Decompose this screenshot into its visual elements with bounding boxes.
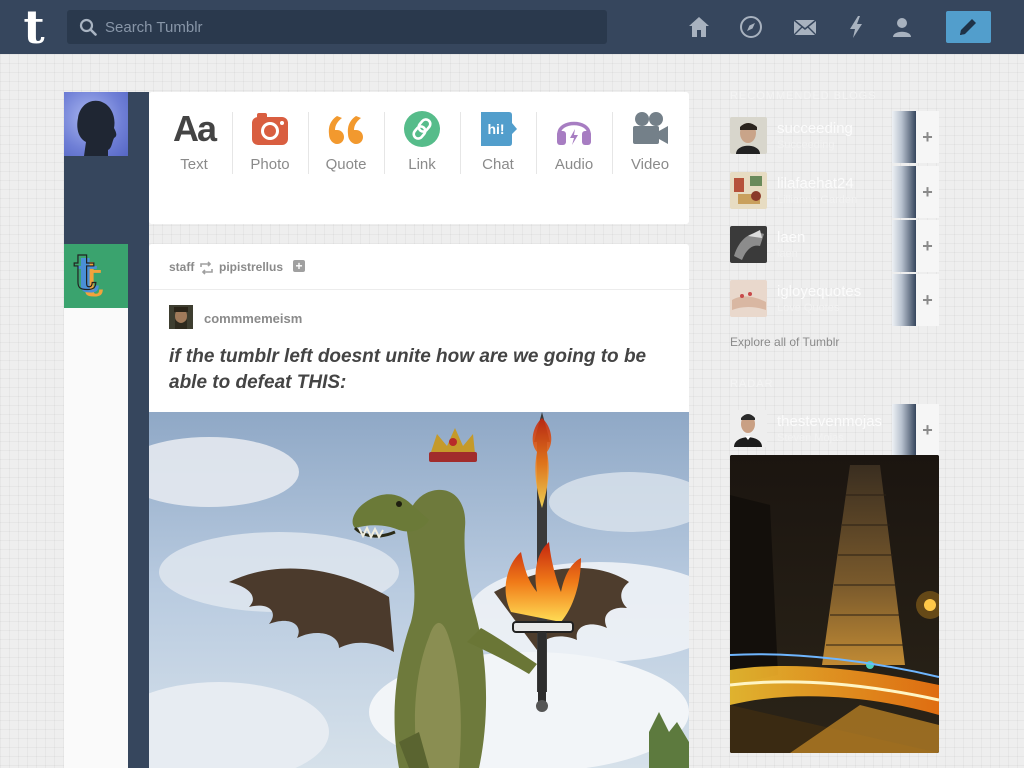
chat-bubble-icon: hi! <box>481 112 517 146</box>
staff-avatar[interactable]: t t t <box>64 244 128 308</box>
radar-heading: RADAR <box>730 378 774 390</box>
blog-name[interactable]: succeeding <box>777 120 853 137</box>
blog-avatar[interactable] <box>730 226 767 263</box>
reblogged-from-link[interactable]: pipistrellus <box>219 260 283 274</box>
post-type-chat[interactable]: hi! Chat <box>460 92 536 192</box>
recommended-blog[interactable]: igloyequotes Love Quotes + <box>730 274 939 326</box>
follow-button[interactable]: + <box>916 166 939 218</box>
post-type-quote[interactable]: Quote <box>308 92 384 192</box>
follow-plus-icon[interactable]: + <box>293 260 305 272</box>
post-type-photo[interactable]: Photo <box>232 92 308 192</box>
recommended-blog[interactable]: laen laen + <box>730 220 939 272</box>
post-title: if the tumblr left doesnt unite how are … <box>169 346 647 393</box>
rail-connector <box>64 156 149 244</box>
blog-title: Love Quotes <box>777 302 840 314</box>
blog-title: Lillianna Garden <box>777 194 858 206</box>
activity-icon[interactable] <box>844 15 868 39</box>
tumblr-logo[interactable]: t <box>14 4 54 50</box>
search-icon <box>79 18 97 36</box>
radar-blog[interactable]: thestevenmojas Steven Mojas + <box>730 404 939 456</box>
post-type-text[interactable]: Aa Text <box>156 92 232 192</box>
dashboard-post: staff pipistrellus + commmemeism if the … <box>149 244 689 768</box>
post-type-link[interactable]: Link <box>384 92 460 192</box>
follow-button[interactable]: + <box>916 274 939 326</box>
link-icon <box>404 111 440 147</box>
explore-link[interactable]: Explore all of Tumblr <box>730 335 839 349</box>
recommended-blog[interactable]: lilafaehat24 Lillianna Garden + <box>730 166 939 218</box>
radar-photo[interactable] <box>730 455 939 753</box>
fade-overlay <box>892 274 916 326</box>
blog-title: laen <box>777 248 798 260</box>
home-icon[interactable] <box>687 15 711 39</box>
recommended-heading: RECOMMENDED BLOGS <box>730 90 877 102</box>
blog-name[interactable]: thestevenmojas <box>777 413 882 430</box>
divider <box>149 289 689 290</box>
recommended-blog[interactable]: succeeding Succeeding + <box>730 111 939 163</box>
post-type-label: Quote <box>325 156 367 173</box>
post-type-label: Link <box>408 156 436 173</box>
post-type-label: Text <box>180 156 208 173</box>
post-photo[interactable] <box>149 412 689 768</box>
chat-glyph: hi! <box>487 121 504 137</box>
explore-icon[interactable] <box>739 15 763 39</box>
blog-avatar[interactable] <box>730 172 767 209</box>
follow-button[interactable]: + <box>916 404 939 456</box>
pencil-icon <box>960 19 976 35</box>
blog-name[interactable]: laen <box>777 229 805 246</box>
fade-overlay <box>892 404 916 456</box>
blog-title: Succeeding <box>777 139 835 151</box>
post-type-label: Audio <box>554 156 594 173</box>
blog-title: Steven Mojas <box>777 432 844 444</box>
blog-name[interactable]: igloyequotes <box>777 283 861 300</box>
follow-button[interactable]: + <box>916 220 939 272</box>
svg-text:t: t <box>73 244 96 301</box>
compose-button[interactable] <box>946 11 991 43</box>
user-avatar[interactable] <box>64 92 128 156</box>
account-icon[interactable] <box>890 15 914 39</box>
blog-avatar[interactable] <box>730 410 767 447</box>
fade-overlay <box>892 220 916 272</box>
post-type-selector: Aa Text Photo Quote Link hi! Chat Audio … <box>149 92 689 224</box>
post-type-video[interactable]: Video <box>612 92 688 192</box>
search-box[interactable] <box>67 10 607 44</box>
blog-name[interactable]: lilafaehat24 <box>777 175 854 192</box>
fade-overlay <box>892 111 916 163</box>
source-blog-name[interactable]: commmemeism <box>204 311 302 326</box>
follow-button[interactable]: + <box>916 111 939 163</box>
headphones-icon <box>557 121 591 145</box>
blog-avatar[interactable] <box>730 117 767 154</box>
quote-icon <box>328 116 363 144</box>
video-camera-icon <box>633 112 668 144</box>
post-type-label: Chat <box>482 156 514 173</box>
search-input[interactable] <box>105 10 595 44</box>
camera-icon <box>252 113 288 145</box>
top-navigation-bar: t <box>0 0 1024 54</box>
post-type-label: Photo <box>250 156 290 173</box>
post-type-audio[interactable]: Audio <box>536 92 612 192</box>
text-icon: Aa <box>172 108 217 149</box>
reblog-icon <box>200 261 213 275</box>
fade-overlay <box>892 166 916 218</box>
source-avatar[interactable] <box>169 305 193 329</box>
blog-avatar[interactable] <box>730 280 767 317</box>
reblogger-link[interactable]: staff <box>169 260 194 274</box>
post-type-label: Video <box>630 156 670 173</box>
inbox-icon[interactable] <box>793 15 817 39</box>
